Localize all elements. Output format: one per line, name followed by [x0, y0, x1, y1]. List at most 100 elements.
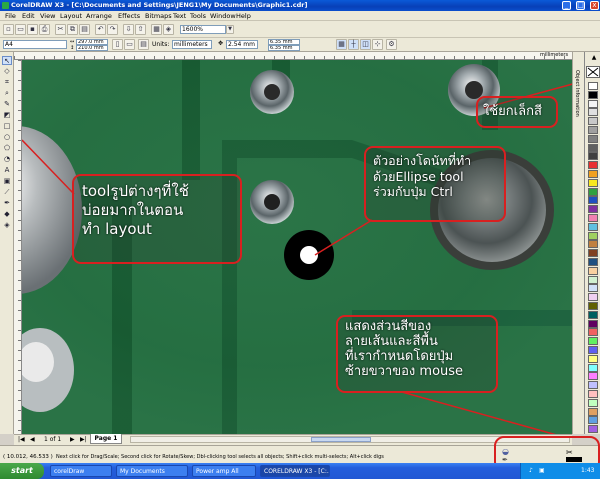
palette-swatch[interactable] — [588, 187, 598, 196]
menu-tools[interactable]: Tools — [190, 12, 206, 20]
network-icon[interactable]: ▣ — [539, 467, 545, 474]
palette-swatch[interactable] — [588, 240, 598, 249]
portrait-icon[interactable]: ▯ — [112, 39, 123, 50]
landscape-icon[interactable]: ▭ — [124, 39, 135, 50]
menu-file[interactable]: File — [5, 12, 16, 20]
taskbar-coreldraw-window[interactable]: CORELDRAW X3 - [C:... — [260, 465, 330, 477]
palette-swatch[interactable] — [588, 222, 598, 231]
first-page-icon[interactable]: |◀ — [18, 436, 25, 443]
dynamic-guides-icon[interactable]: ⊹ — [372, 39, 383, 50]
close-button[interactable]: x — [590, 1, 599, 10]
palette-swatch[interactable] — [588, 178, 598, 187]
crop-tool-icon[interactable]: ⌗ — [2, 78, 12, 87]
palette-swatch[interactable] — [588, 416, 598, 425]
maximize-button[interactable]: □ — [576, 1, 585, 10]
minimize-button[interactable]: _ — [562, 1, 571, 10]
snap-guides-icon[interactable]: ┼ — [348, 39, 359, 50]
taskbar-coreldraw-folder[interactable]: corelDraw — [50, 465, 112, 477]
palette-swatch[interactable] — [588, 302, 598, 310]
print-icon[interactable]: ⎙ — [39, 24, 50, 35]
menu-help[interactable]: Help — [236, 12, 251, 20]
previous-page-icon[interactable]: ◀ — [30, 436, 35, 443]
export-icon[interactable]: ⇧ — [135, 24, 146, 35]
palette-swatch[interactable] — [588, 407, 598, 416]
zoom-tool-icon[interactable]: ⌕ — [2, 89, 12, 98]
page-1-tab[interactable]: Page 1 — [90, 434, 122, 444]
palette-swatch[interactable] — [588, 275, 598, 284]
menu-text[interactable]: Text — [173, 12, 186, 20]
taskbar-power-amp[interactable]: Power amp All — [192, 465, 256, 477]
paste-icon[interactable]: ▤ — [79, 24, 90, 35]
outline-tool-icon[interactable]: ✒ — [2, 199, 12, 208]
snap-grid-icon[interactable]: ▦ — [336, 39, 347, 50]
palette-swatch[interactable] — [588, 372, 598, 381]
menu-edit[interactable]: Edit — [22, 12, 35, 20]
start-button[interactable]: start — [0, 463, 44, 479]
menu-effects[interactable]: Effects — [118, 12, 140, 20]
freehand-tool-icon[interactable]: ✎ — [2, 100, 12, 109]
save-icon[interactable]: ▪ — [27, 24, 38, 35]
palette-swatch[interactable] — [588, 82, 598, 90]
pick-tool-icon[interactable]: ↖ — [2, 56, 12, 65]
palette-swatch[interactable] — [588, 337, 598, 346]
welcome-icon[interactable]: ◈ — [163, 24, 174, 35]
cut-icon[interactable]: ✂ — [55, 24, 66, 35]
palette-swatch[interactable] — [588, 126, 598, 134]
copy-icon[interactable]: ⧉ — [67, 24, 78, 35]
palette-swatch[interactable] — [588, 134, 598, 143]
duplicate-y-field[interactable]: 6.35 mm — [268, 45, 300, 51]
taskbar-my-documents[interactable]: My Documents — [116, 465, 188, 477]
palette-swatch[interactable] — [588, 310, 598, 319]
eyedropper-tool-icon[interactable]: ⟋ — [2, 188, 12, 197]
palette-swatch[interactable] — [588, 117, 598, 126]
palette-swatch[interactable] — [588, 346, 598, 354]
all-pages-icon[interactable]: ▤ — [138, 39, 149, 50]
palette-swatch[interactable] — [588, 108, 598, 117]
vertical-ruler[interactable] — [14, 60, 22, 434]
interactive-fill-tool-icon[interactable]: ◈ — [2, 221, 12, 230]
new-icon[interactable]: ▫ — [3, 24, 14, 35]
docker-tab-label[interactable]: Object Information — [574, 70, 580, 117]
next-page-icon[interactable]: ▶ — [70, 436, 75, 443]
redo-icon[interactable]: ↷ — [107, 24, 118, 35]
options-icon[interactable]: ⚙ — [386, 39, 397, 50]
horizontal-ruler[interactable] — [14, 52, 572, 60]
palette-swatch[interactable] — [588, 390, 598, 398]
palette-swatch[interactable] — [588, 170, 598, 178]
palette-swatch[interactable] — [588, 363, 598, 372]
snap-objects-icon[interactable]: ◫ — [360, 39, 371, 50]
fill-tool-icon[interactable]: ◆ — [2, 210, 12, 219]
palette-swatch[interactable] — [588, 90, 598, 99]
coreldraw-app-icon[interactable] — [2, 2, 9, 9]
palette-swatch[interactable] — [588, 196, 598, 205]
palette-swatch[interactable] — [588, 398, 598, 407]
nudge-distance-field[interactable]: 2.54 mm — [226, 40, 258, 49]
interactive-blend-tool-icon[interactable]: ▣ — [2, 177, 12, 186]
rectangle-tool-icon[interactable]: □ — [2, 122, 12, 131]
palette-swatch[interactable] — [588, 152, 598, 161]
palette-swatch[interactable] — [588, 161, 598, 170]
menu-arrange[interactable]: Arrange — [86, 12, 112, 20]
palette-swatch[interactable] — [588, 328, 598, 337]
app-launcher-icon[interactable]: ▦ — [151, 24, 162, 35]
no-color-swatch[interactable] — [586, 66, 600, 78]
last-page-icon[interactable]: ▶| — [80, 436, 87, 443]
palette-swatch[interactable] — [588, 214, 598, 222]
palette-swatch[interactable] — [588, 381, 598, 390]
scroll-thumb[interactable] — [311, 437, 371, 442]
palette-swatch[interactable] — [588, 249, 598, 258]
undo-icon[interactable]: ↶ — [95, 24, 106, 35]
palette-swatch[interactable] — [588, 284, 598, 293]
zoom-level-field[interactable]: 1600% — [180, 25, 226, 34]
menu-window[interactable]: Window — [210, 12, 236, 20]
palette-swatch[interactable] — [588, 293, 598, 302]
palette-swatch[interactable] — [588, 266, 598, 275]
units-select[interactable]: millimeters — [172, 40, 212, 49]
page-height-field[interactable]: 210.0 mm — [76, 45, 108, 51]
palette-swatch[interactable] — [588, 258, 598, 266]
volume-icon[interactable]: ♪ — [529, 467, 533, 474]
menu-view[interactable]: View — [40, 12, 55, 20]
palette-swatch[interactable] — [588, 354, 598, 363]
palette-swatch[interactable] — [588, 231, 598, 240]
basic-shapes-tool-icon[interactable]: ◔ — [2, 155, 12, 164]
